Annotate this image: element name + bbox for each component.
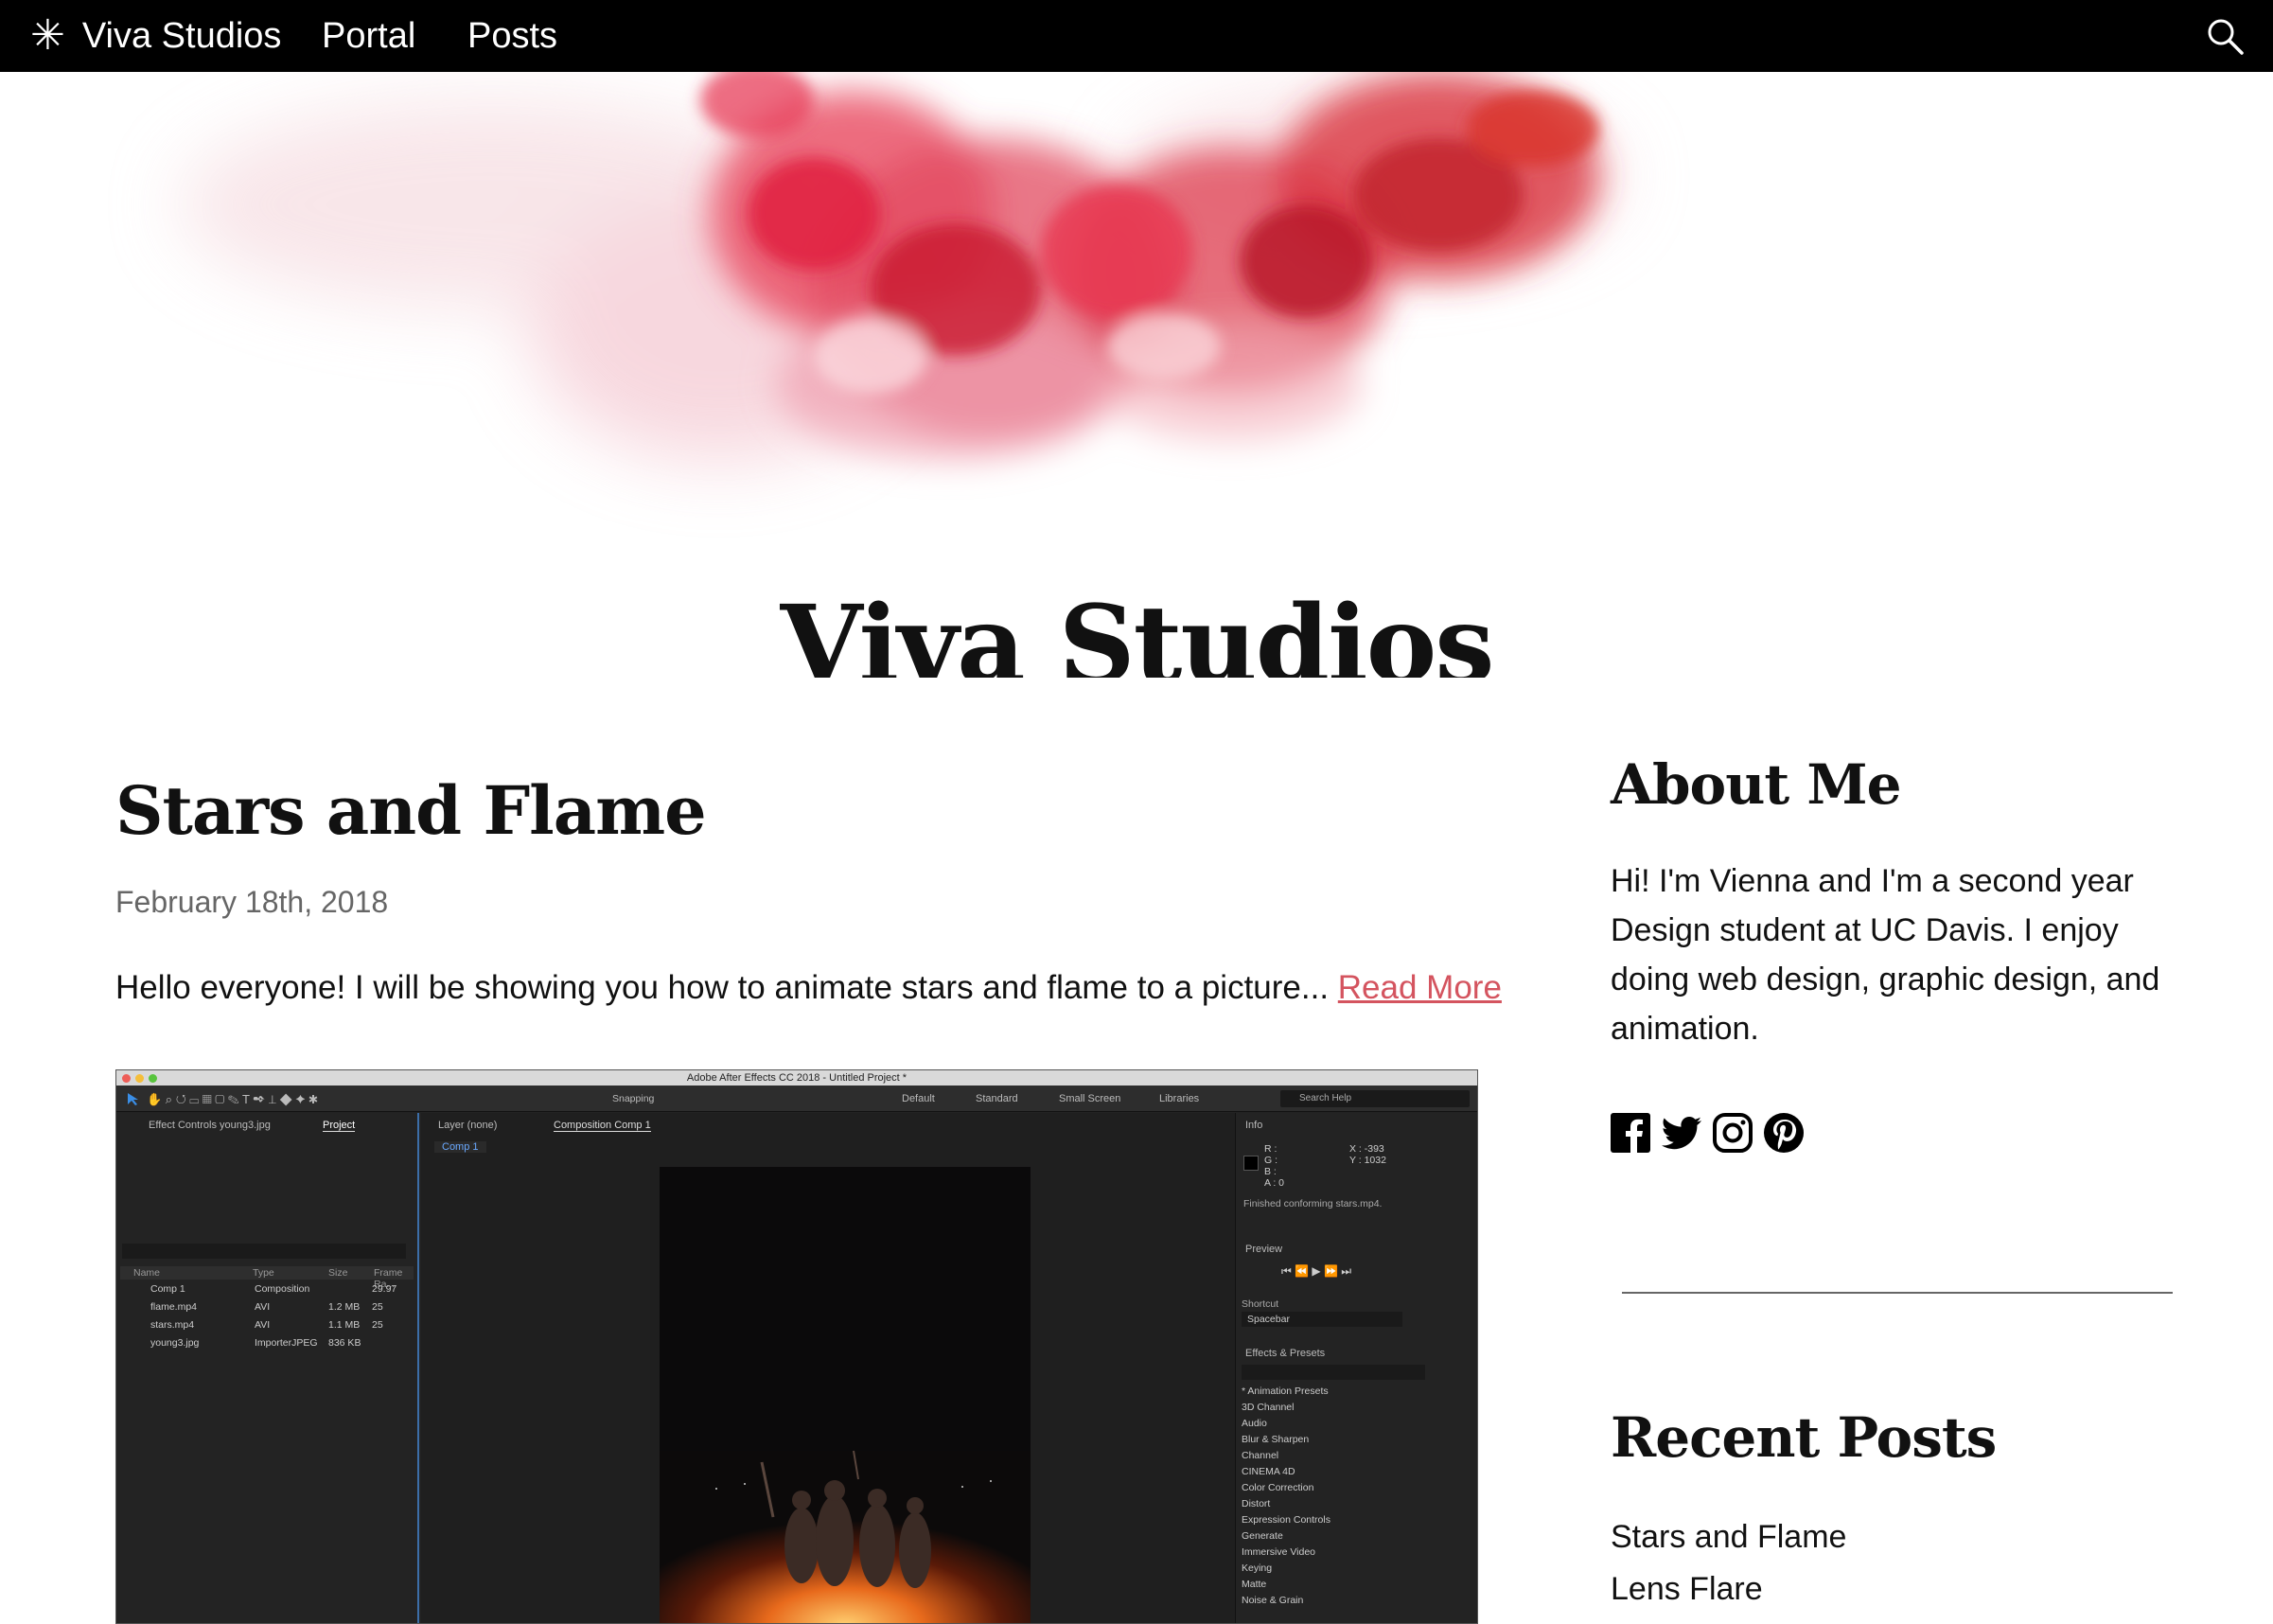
recent-post-link[interactable]: Lens Flare	[1611, 1571, 1763, 1608]
snapping-label[interactable]: Snapping	[612, 1093, 654, 1104]
asterisk-icon: ✳	[30, 12, 65, 59]
recent-posts-title: Recent Posts	[1611, 1405, 1997, 1470]
tool-icons: ✋ ⌕ ↺ ▭ ▦ ▢ ✎ T ✒ ⊥ ◆ ✦ ✱	[128, 1092, 318, 1106]
col-name[interactable]: Name	[133, 1267, 160, 1279]
row-type: AVI	[255, 1319, 271, 1331]
col-type[interactable]: Type	[253, 1267, 274, 1279]
after-effects-screenshot: Adobe After Effects CC 2018 - Untitled P…	[115, 1069, 1478, 1624]
workspace-default[interactable]: Default	[902, 1093, 935, 1104]
list-item[interactable]: Immersive Video	[1242, 1546, 1315, 1558]
about-text: Hi! I'm Vienna and I'm a second year Des…	[1611, 863, 2160, 1047]
sidebar-divider	[1622, 1292, 2173, 1294]
tab-effect-controls[interactable]: Effect Controls young3.jpg	[149, 1120, 271, 1131]
col-size[interactable]: Size	[328, 1267, 347, 1279]
list-item[interactable]: Noise & Grain	[1242, 1595, 1303, 1606]
pinterest-icon[interactable]	[1762, 1111, 1806, 1155]
row-type: ImporterJPEG	[255, 1337, 318, 1349]
social-links	[1609, 1111, 1806, 1155]
comp-breadcrumb[interactable]: Comp 1	[434, 1141, 486, 1153]
shortcut-label: Shortcut	[1242, 1298, 1279, 1310]
hero-banner: Viva Studios	[0, 72, 2273, 678]
row-fps: 25	[372, 1301, 383, 1313]
list-item[interactable]: 3D Channel	[1242, 1402, 1294, 1413]
project-search-field[interactable]	[122, 1244, 406, 1259]
project-header-row: Name Type Size Frame Ra...	[120, 1266, 414, 1290]
top-navbar: ✳ Viva Studios Portal Posts	[0, 0, 2273, 72]
window-titlebar: Adobe After Effects CC 2018 - Untitled P…	[116, 1070, 1477, 1086]
about-title: About Me	[1611, 752, 1901, 817]
list-item[interactable]: Matte	[1242, 1579, 1266, 1590]
recent-post-link[interactable]: Stars and Flame	[1611, 1519, 1846, 1556]
facebook-icon[interactable]	[1609, 1111, 1652, 1155]
post-date: February 18th, 2018	[115, 885, 389, 919]
effects-panel-title: Effects & Presets	[1245, 1348, 1326, 1359]
row-fps: 25	[372, 1319, 383, 1331]
list-item[interactable]: Color Correction	[1242, 1482, 1313, 1493]
effects-search-field[interactable]	[1242, 1365, 1425, 1380]
row-name: flame.mp4	[150, 1301, 198, 1313]
twitter-icon[interactable]	[1660, 1111, 1703, 1155]
composition-viewer[interactable]	[660, 1167, 1031, 1623]
list-item[interactable]: Audio	[1242, 1418, 1267, 1429]
list-item[interactable]: Generate	[1242, 1530, 1283, 1542]
list-item[interactable]: Expression Controls	[1242, 1514, 1330, 1526]
brand-label: Viva Studios	[81, 15, 282, 56]
minimize-window-icon	[135, 1074, 144, 1083]
right-panels: Info R : G : B : A : 0 X : -393 Y : 1032…	[1235, 1113, 1477, 1623]
svg-text:✋ ⌕ ↺ ▭ ▦ ▢ ✎ T ✒ ⊥ ◆ ✦ ✱: ✋ ⌕ ↺ ▭ ▦ ▢ ✎ T ✒ ⊥ ◆ ✦ ✱	[147, 1092, 318, 1106]
shortcut-select[interactable]: Spacebar	[1242, 1312, 1402, 1327]
shortcut-value: Spacebar	[1247, 1314, 1290, 1325]
info-a: A : 0	[1264, 1177, 1285, 1189]
search-help-field[interactable]: Search Help	[1280, 1090, 1470, 1107]
list-item[interactable]: Keying	[1242, 1562, 1272, 1574]
read-more-link[interactable]: Read More	[1338, 969, 1502, 1006]
info-status: Finished conforming stars.mp4.	[1243, 1198, 1383, 1209]
hero-title: Viva Studios	[780, 583, 1495, 678]
ae-toolbar: ✋ ⌕ ↺ ▭ ▦ ▢ ✎ T ✒ ⊥ ◆ ✦ ✱ Snapping Defau…	[116, 1086, 1477, 1112]
row-size: 1.1 MB	[328, 1319, 361, 1331]
list-item[interactable]: Channel	[1242, 1450, 1278, 1461]
list-item[interactable]: Blur & Sharpen	[1242, 1434, 1309, 1445]
list-item[interactable]: Distort	[1242, 1498, 1270, 1509]
post-title[interactable]: Stars and Flame	[115, 771, 707, 850]
excerpt-text: Hello everyone! I will be showing you ho…	[115, 969, 1330, 1006]
row-name: stars.mp4	[150, 1319, 195, 1331]
info-panel-title: Info	[1245, 1120, 1263, 1131]
row-size: 836 KB	[328, 1337, 361, 1349]
search-icon[interactable]	[2205, 16, 2245, 56]
preview-panel-title: Preview	[1245, 1244, 1283, 1255]
row-fps: 29.97	[372, 1283, 397, 1295]
tab-project[interactable]: Project	[323, 1120, 356, 1132]
info-y: Y : 1032	[1349, 1155, 1386, 1166]
tab-composition[interactable]: Composition Comp 1	[554, 1120, 651, 1132]
workspace-standard[interactable]: Standard	[976, 1093, 1018, 1104]
nav-link-posts[interactable]: Posts	[467, 0, 557, 72]
close-window-icon	[122, 1074, 131, 1083]
project-panel: Effect Controls young3.jpg Project Name …	[116, 1113, 419, 1623]
row-type: Composition	[255, 1283, 310, 1295]
workspace-small-screen[interactable]: Small Screen	[1059, 1093, 1120, 1104]
info-g: G :	[1264, 1155, 1278, 1166]
playback-controls-icon[interactable]: ⏮ ⏪ ▶ ⏩ ⏭	[1281, 1264, 1351, 1279]
info-b: B :	[1264, 1166, 1277, 1177]
list-item[interactable]: * Animation Presets	[1242, 1386, 1329, 1397]
tab-layer[interactable]: Layer (none)	[438, 1120, 497, 1131]
post-excerpt: Hello everyone! I will be showing you ho…	[115, 969, 1502, 1007]
info-x: X : -393	[1349, 1143, 1384, 1155]
list-item[interactable]: CINEMA 4D	[1242, 1466, 1295, 1477]
workspace-libraries[interactable]: Libraries	[1159, 1093, 1199, 1104]
maximize-window-icon	[149, 1074, 157, 1083]
row-name: Comp 1	[150, 1283, 185, 1295]
brand-link[interactable]: ✳ Viva Studios	[30, 0, 281, 72]
instagram-icon[interactable]	[1711, 1111, 1754, 1155]
row-name: young3.jpg	[150, 1337, 200, 1349]
color-swatch	[1243, 1156, 1259, 1171]
campfire-photo	[660, 1167, 1031, 1623]
nav-link-portal[interactable]: Portal	[322, 0, 415, 72]
info-r: R :	[1264, 1143, 1277, 1155]
row-type: AVI	[255, 1301, 271, 1313]
row-size: 1.2 MB	[328, 1301, 361, 1313]
